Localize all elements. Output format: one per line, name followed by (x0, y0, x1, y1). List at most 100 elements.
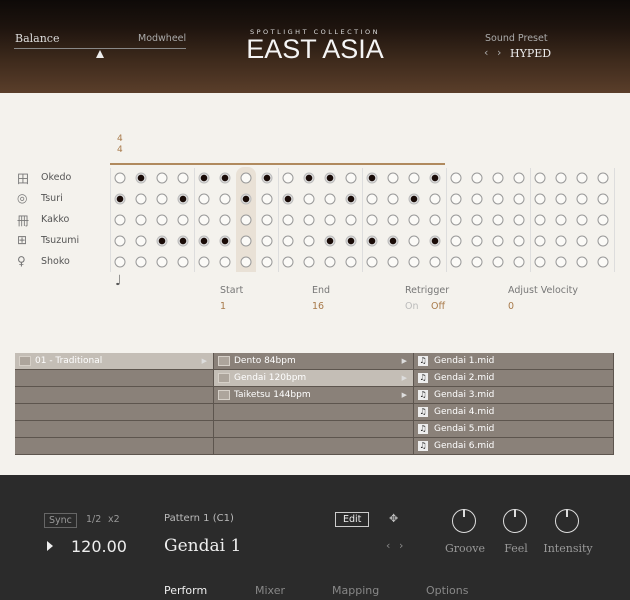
feel-knob[interactable] (503, 509, 527, 533)
step-button[interactable] (324, 256, 336, 268)
tab-mapping[interactable]: Mapping (332, 584, 379, 597)
step-button[interactable] (366, 172, 378, 184)
step-button[interactable] (450, 256, 462, 268)
step-button[interactable] (429, 172, 441, 184)
retrigger-off[interactable]: Off (431, 301, 445, 312)
step-button[interactable] (429, 193, 441, 205)
step-button[interactable] (555, 172, 567, 184)
end-value[interactable]: 16 (312, 301, 324, 312)
step-button[interactable] (513, 214, 525, 226)
step-button[interactable] (429, 256, 441, 268)
step-button[interactable] (240, 214, 252, 226)
step-button[interactable] (282, 256, 294, 268)
step-button[interactable] (303, 214, 315, 226)
step-button[interactable] (450, 172, 462, 184)
step-button[interactable] (345, 193, 357, 205)
step-button[interactable] (408, 235, 420, 247)
step-button[interactable] (345, 214, 357, 226)
step-button[interactable] (576, 214, 588, 226)
step-button[interactable] (135, 235, 147, 247)
step-button[interactable] (177, 256, 189, 268)
step-button[interactable] (576, 235, 588, 247)
step-button[interactable] (492, 214, 504, 226)
step-button[interactable] (303, 172, 315, 184)
step-button[interactable] (177, 214, 189, 226)
step-button[interactable] (534, 256, 546, 268)
step-button[interactable] (387, 193, 399, 205)
half-tempo-button[interactable]: 1/2 (86, 514, 101, 525)
step-button[interactable] (219, 214, 231, 226)
step-button[interactable] (387, 256, 399, 268)
step-button[interactable] (135, 214, 147, 226)
step-button[interactable] (366, 235, 378, 247)
start-value[interactable]: 1 (220, 301, 226, 312)
note-length-icon[interactable]: ♩ (115, 273, 122, 289)
sync-button[interactable]: Sync (44, 513, 77, 528)
balance-slider-handle[interactable] (96, 50, 104, 58)
step-button[interactable] (177, 172, 189, 184)
file-item[interactable]: ♫ Gendai 2.mid (414, 370, 614, 387)
step-button[interactable] (408, 193, 420, 205)
preset-next-icon[interactable]: › (497, 46, 501, 59)
step-button[interactable] (492, 193, 504, 205)
step-button[interactable] (576, 193, 588, 205)
file-item[interactable]: ♫ Gendai 1.mid (414, 353, 614, 370)
step-button[interactable] (240, 256, 252, 268)
step-button[interactable] (366, 193, 378, 205)
step-button[interactable] (366, 256, 378, 268)
step-button[interactable] (135, 256, 147, 268)
retrigger-on[interactable]: On (405, 301, 419, 312)
step-button[interactable] (240, 193, 252, 205)
tempo-value[interactable]: 120.00 (71, 537, 127, 556)
step-button[interactable] (345, 172, 357, 184)
step-button[interactable] (114, 172, 126, 184)
step-button[interactable] (282, 214, 294, 226)
step-button[interactable] (177, 235, 189, 247)
step-button[interactable] (450, 235, 462, 247)
pattern-prev-icon[interactable]: ‹ (386, 539, 390, 552)
step-button[interactable] (534, 214, 546, 226)
step-button[interactable] (492, 256, 504, 268)
step-button[interactable] (429, 214, 441, 226)
step-button[interactable] (219, 256, 231, 268)
step-button[interactable] (303, 193, 315, 205)
step-button[interactable] (198, 256, 210, 268)
step-button[interactable] (114, 214, 126, 226)
step-button[interactable] (261, 172, 273, 184)
step-button[interactable] (387, 235, 399, 247)
time-signature[interactable]: 44 (117, 134, 123, 156)
step-button[interactable] (198, 172, 210, 184)
step-button[interactable] (492, 172, 504, 184)
step-button[interactable] (471, 235, 483, 247)
folder-item[interactable]: Taiketsu 144bpm ▶ (214, 387, 414, 404)
step-button[interactable] (156, 256, 168, 268)
step-button[interactable] (555, 235, 567, 247)
step-button[interactable] (345, 235, 357, 247)
step-button[interactable] (114, 256, 126, 268)
step-button[interactable] (198, 193, 210, 205)
step-button[interactable] (198, 214, 210, 226)
step-button[interactable] (534, 235, 546, 247)
step-button[interactable] (156, 193, 168, 205)
step-button[interactable] (408, 214, 420, 226)
step-button[interactable] (156, 235, 168, 247)
pattern-next-icon[interactable]: › (399, 539, 403, 552)
step-button[interactable] (114, 193, 126, 205)
step-button[interactable] (366, 214, 378, 226)
step-button[interactable] (219, 193, 231, 205)
folder-item[interactable]: Gendai 120bpm ▶ (214, 370, 414, 387)
preset-value[interactable]: HYPED (510, 47, 551, 60)
step-button[interactable] (534, 193, 546, 205)
folder-item[interactable]: 01 - Traditional ▶ (15, 353, 214, 370)
step-button[interactable] (156, 172, 168, 184)
step-button[interactable] (471, 193, 483, 205)
play-icon[interactable] (47, 541, 53, 551)
step-button[interactable] (555, 214, 567, 226)
groove-knob[interactable] (452, 509, 476, 533)
step-button[interactable] (576, 256, 588, 268)
step-button[interactable] (597, 172, 609, 184)
step-button[interactable] (261, 256, 273, 268)
step-button[interactable] (576, 172, 588, 184)
file-item[interactable]: ♫ Gendai 6.mid (414, 438, 614, 455)
step-button[interactable] (471, 214, 483, 226)
